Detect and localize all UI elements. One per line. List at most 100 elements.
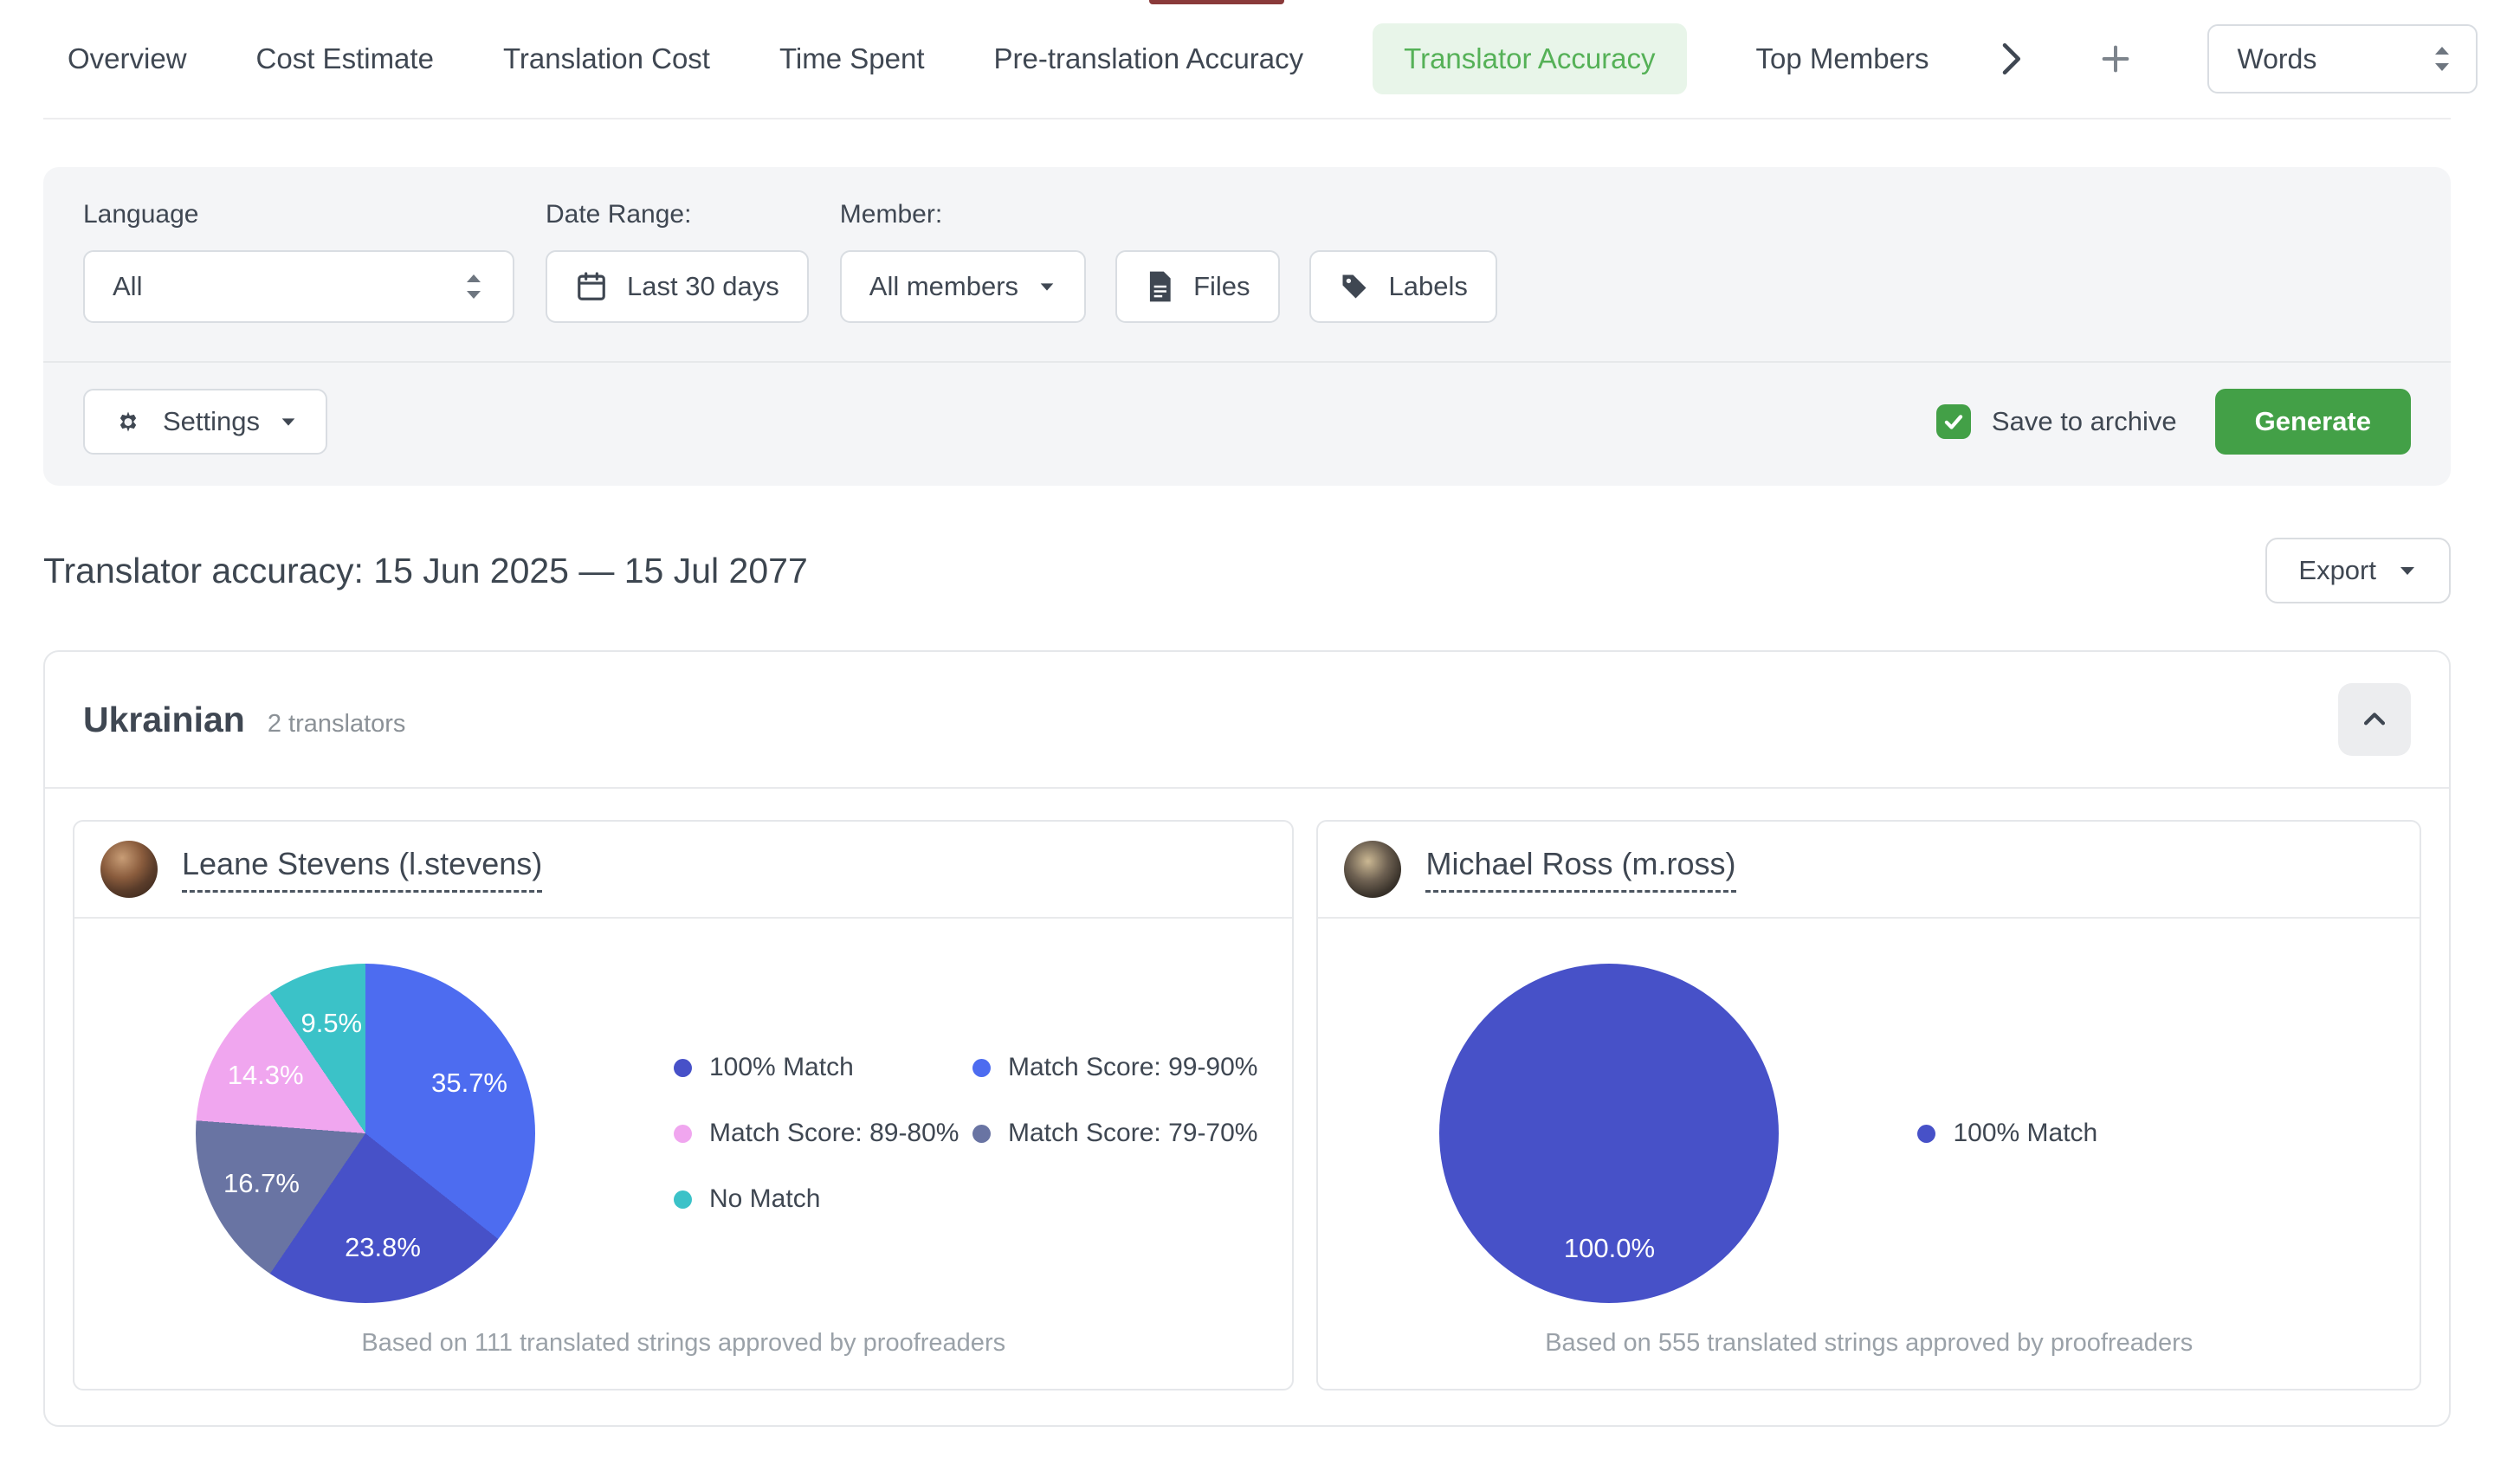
pie-chart: 100.0% (1439, 964, 1779, 1303)
chart-footnote: Based on 111 translated strings approved… (74, 1317, 1292, 1389)
pie-slice-label: 14.3% (228, 1060, 304, 1091)
settings-button[interactable]: Settings (83, 389, 327, 455)
tab-translation-cost[interactable]: Translation Cost (503, 42, 710, 75)
member-select[interactable]: All members (840, 250, 1086, 323)
plus-icon[interactable] (2098, 42, 2133, 76)
tabs-right-controls: Words (1998, 24, 2478, 94)
legend-dot (674, 1125, 692, 1143)
legend-dot (972, 1059, 991, 1077)
chart-legend: 100% Match (1917, 1119, 2216, 1148)
legend-item-100-match: 100% Match (1917, 1119, 2216, 1148)
translator-name-link[interactable]: Leane Stevens (l.stevens) (182, 846, 542, 893)
language-filter-group: Language All (83, 200, 514, 323)
legend-dot (972, 1125, 991, 1143)
settings-row: Settings Save to archive Generate (43, 361, 2451, 486)
language-select[interactable]: All (83, 250, 514, 323)
tab-cost-estimate[interactable]: Cost Estimate (256, 42, 434, 75)
generate-button[interactable]: Generate (2215, 389, 2411, 455)
pie-slice-label: 16.7% (223, 1168, 300, 1199)
tab-pre-translation-accuracy[interactable]: Pre-translation Accuracy (994, 42, 1304, 75)
tab-time-spent[interactable]: Time Spent (779, 42, 925, 75)
legend-label: Match Score: 99-90% (1008, 1053, 1257, 1082)
files-label: Files (1193, 271, 1250, 302)
labels-button[interactable]: Labels (1309, 250, 1497, 323)
file-icon (1145, 270, 1174, 303)
member-label: Member: (840, 200, 1497, 229)
language-group-name: Ukrainian (83, 700, 245, 740)
language-group-card: Ukrainian 2 translators Leane Stevens (l… (43, 650, 2451, 1427)
pie-slice-label: 9.5% (300, 1008, 362, 1039)
legend-label: No Match (709, 1184, 820, 1214)
date-range-label: Date Range: (546, 200, 809, 229)
translators-count: 2 translators (268, 701, 406, 739)
avatar (1344, 841, 1401, 898)
filter-row: Language All Date Range: Last 30 days (43, 167, 2451, 361)
tag-icon (1339, 271, 1370, 302)
tab-translator-accuracy[interactable]: Translator Accuracy (1373, 23, 1686, 94)
pie-slice-label: 23.8% (345, 1232, 421, 1263)
legend-label: Match Score: 79-70% (1008, 1119, 1257, 1148)
translator-cards: Leane Stevens (l.stevens) 35.7% 23.8% 16.7… (45, 789, 2449, 1425)
export-label: Export (2298, 555, 2376, 586)
legend-label: Match Score: 89-80% (709, 1119, 959, 1148)
sort-arrows-icon (462, 269, 485, 304)
tab-top-members[interactable]: Top Members (1756, 42, 1929, 75)
legend-label: 100% Match (1953, 1119, 2097, 1148)
translator-card-header: Leane Stevens (l.stevens) (74, 822, 1292, 919)
export-button[interactable]: Export (2265, 538, 2451, 603)
member-controls: All members Files (840, 250, 1497, 323)
save-to-archive-checkbox[interactable]: Save to archive (1936, 404, 2177, 439)
language-group-header: Ukrainian 2 translators (45, 652, 2449, 787)
legend-item-match-score-89-80: Match Score: 89-80% (674, 1119, 972, 1148)
sort-arrows-icon (2431, 42, 2453, 76)
legend-label: 100% Match (709, 1053, 854, 1082)
top-edge-artifact (1149, 0, 1284, 4)
member-filter-group: Member: All members Files (840, 200, 1497, 323)
unit-select-value: Words (2237, 43, 2316, 75)
files-button[interactable]: Files (1115, 250, 1279, 323)
unit-select[interactable]: Words (2207, 24, 2478, 94)
legend-dot (674, 1190, 692, 1209)
legend-dot (674, 1059, 692, 1077)
pie-slice-label: 35.7% (431, 1068, 507, 1099)
report-tabs: Overview Cost Estimate Translation Cost Tim… (68, 23, 1929, 94)
translator-card-header: Michael Ross (m.ross) (1318, 822, 2420, 919)
page-title: Translator accuracy: 15 Jun 2025 — 15 Ju… (43, 551, 808, 591)
chart-area: 100.0% 100% Match (1318, 919, 2420, 1317)
caret-down-icon (1037, 277, 1056, 296)
tab-overview[interactable]: Overview (68, 42, 187, 75)
report-filter-panel: Language All Date Range: Last 30 days (43, 167, 2451, 486)
legend-item-no-match: No Match (674, 1184, 972, 1214)
settings-label: Settings (163, 406, 260, 437)
reports-page: Overview Cost Estimate Translation Cost Tim… (0, 0, 2494, 1484)
chart-legend: 100% Match Match Score: 99-90% Match Score… (674, 1053, 1257, 1214)
legend-item-100-match: 100% Match (674, 1053, 972, 1082)
date-range-value: Last 30 days (627, 271, 779, 302)
date-range-filter-group: Date Range: Last 30 days (546, 200, 809, 323)
chart-area: 35.7% 23.8% 16.7% 14.3% 9.5% 100% Match Match… (74, 919, 1292, 1317)
report-title-row: Translator accuracy: 15 Jun 2025 — 15 Ju… (43, 538, 2451, 603)
translator-name-link[interactable]: Michael Ross (m.ross) (1425, 846, 1735, 893)
caret-down-icon (2397, 560, 2418, 581)
generate-controls: Save to archive Generate (1936, 389, 2411, 455)
member-select-value: All members (869, 271, 1018, 302)
collapse-button[interactable] (2338, 683, 2411, 756)
avatar (100, 841, 158, 898)
date-range-button[interactable]: Last 30 days (546, 250, 809, 323)
pie-slice-label: 100.0% (1564, 1233, 1655, 1264)
checkbox-check-icon (1936, 404, 1971, 439)
save-to-archive-label: Save to archive (1992, 406, 2177, 437)
report-tabs-bar: Overview Cost Estimate Translation Cost Tim… (43, 0, 2451, 119)
chevron-up-icon (2360, 705, 2389, 734)
legend-item-match-score-79-70: Match Score: 79-70% (972, 1119, 1257, 1148)
translator-card: Leane Stevens (l.stevens) 35.7% 23.8% 16.7… (73, 820, 1294, 1390)
chevron-right-icon[interactable] (1998, 41, 2024, 77)
language-select-value: All (113, 271, 142, 302)
legend-dot (1917, 1125, 1935, 1143)
calendar-icon (575, 270, 608, 303)
gear-icon (113, 406, 144, 437)
language-label: Language (83, 200, 514, 229)
pie-chart: 35.7% 23.8% 16.7% 14.3% 9.5% (196, 964, 535, 1303)
labels-label: Labels (1389, 271, 1468, 302)
chart-footnote: Based on 555 translated strings approved… (1318, 1317, 2420, 1389)
